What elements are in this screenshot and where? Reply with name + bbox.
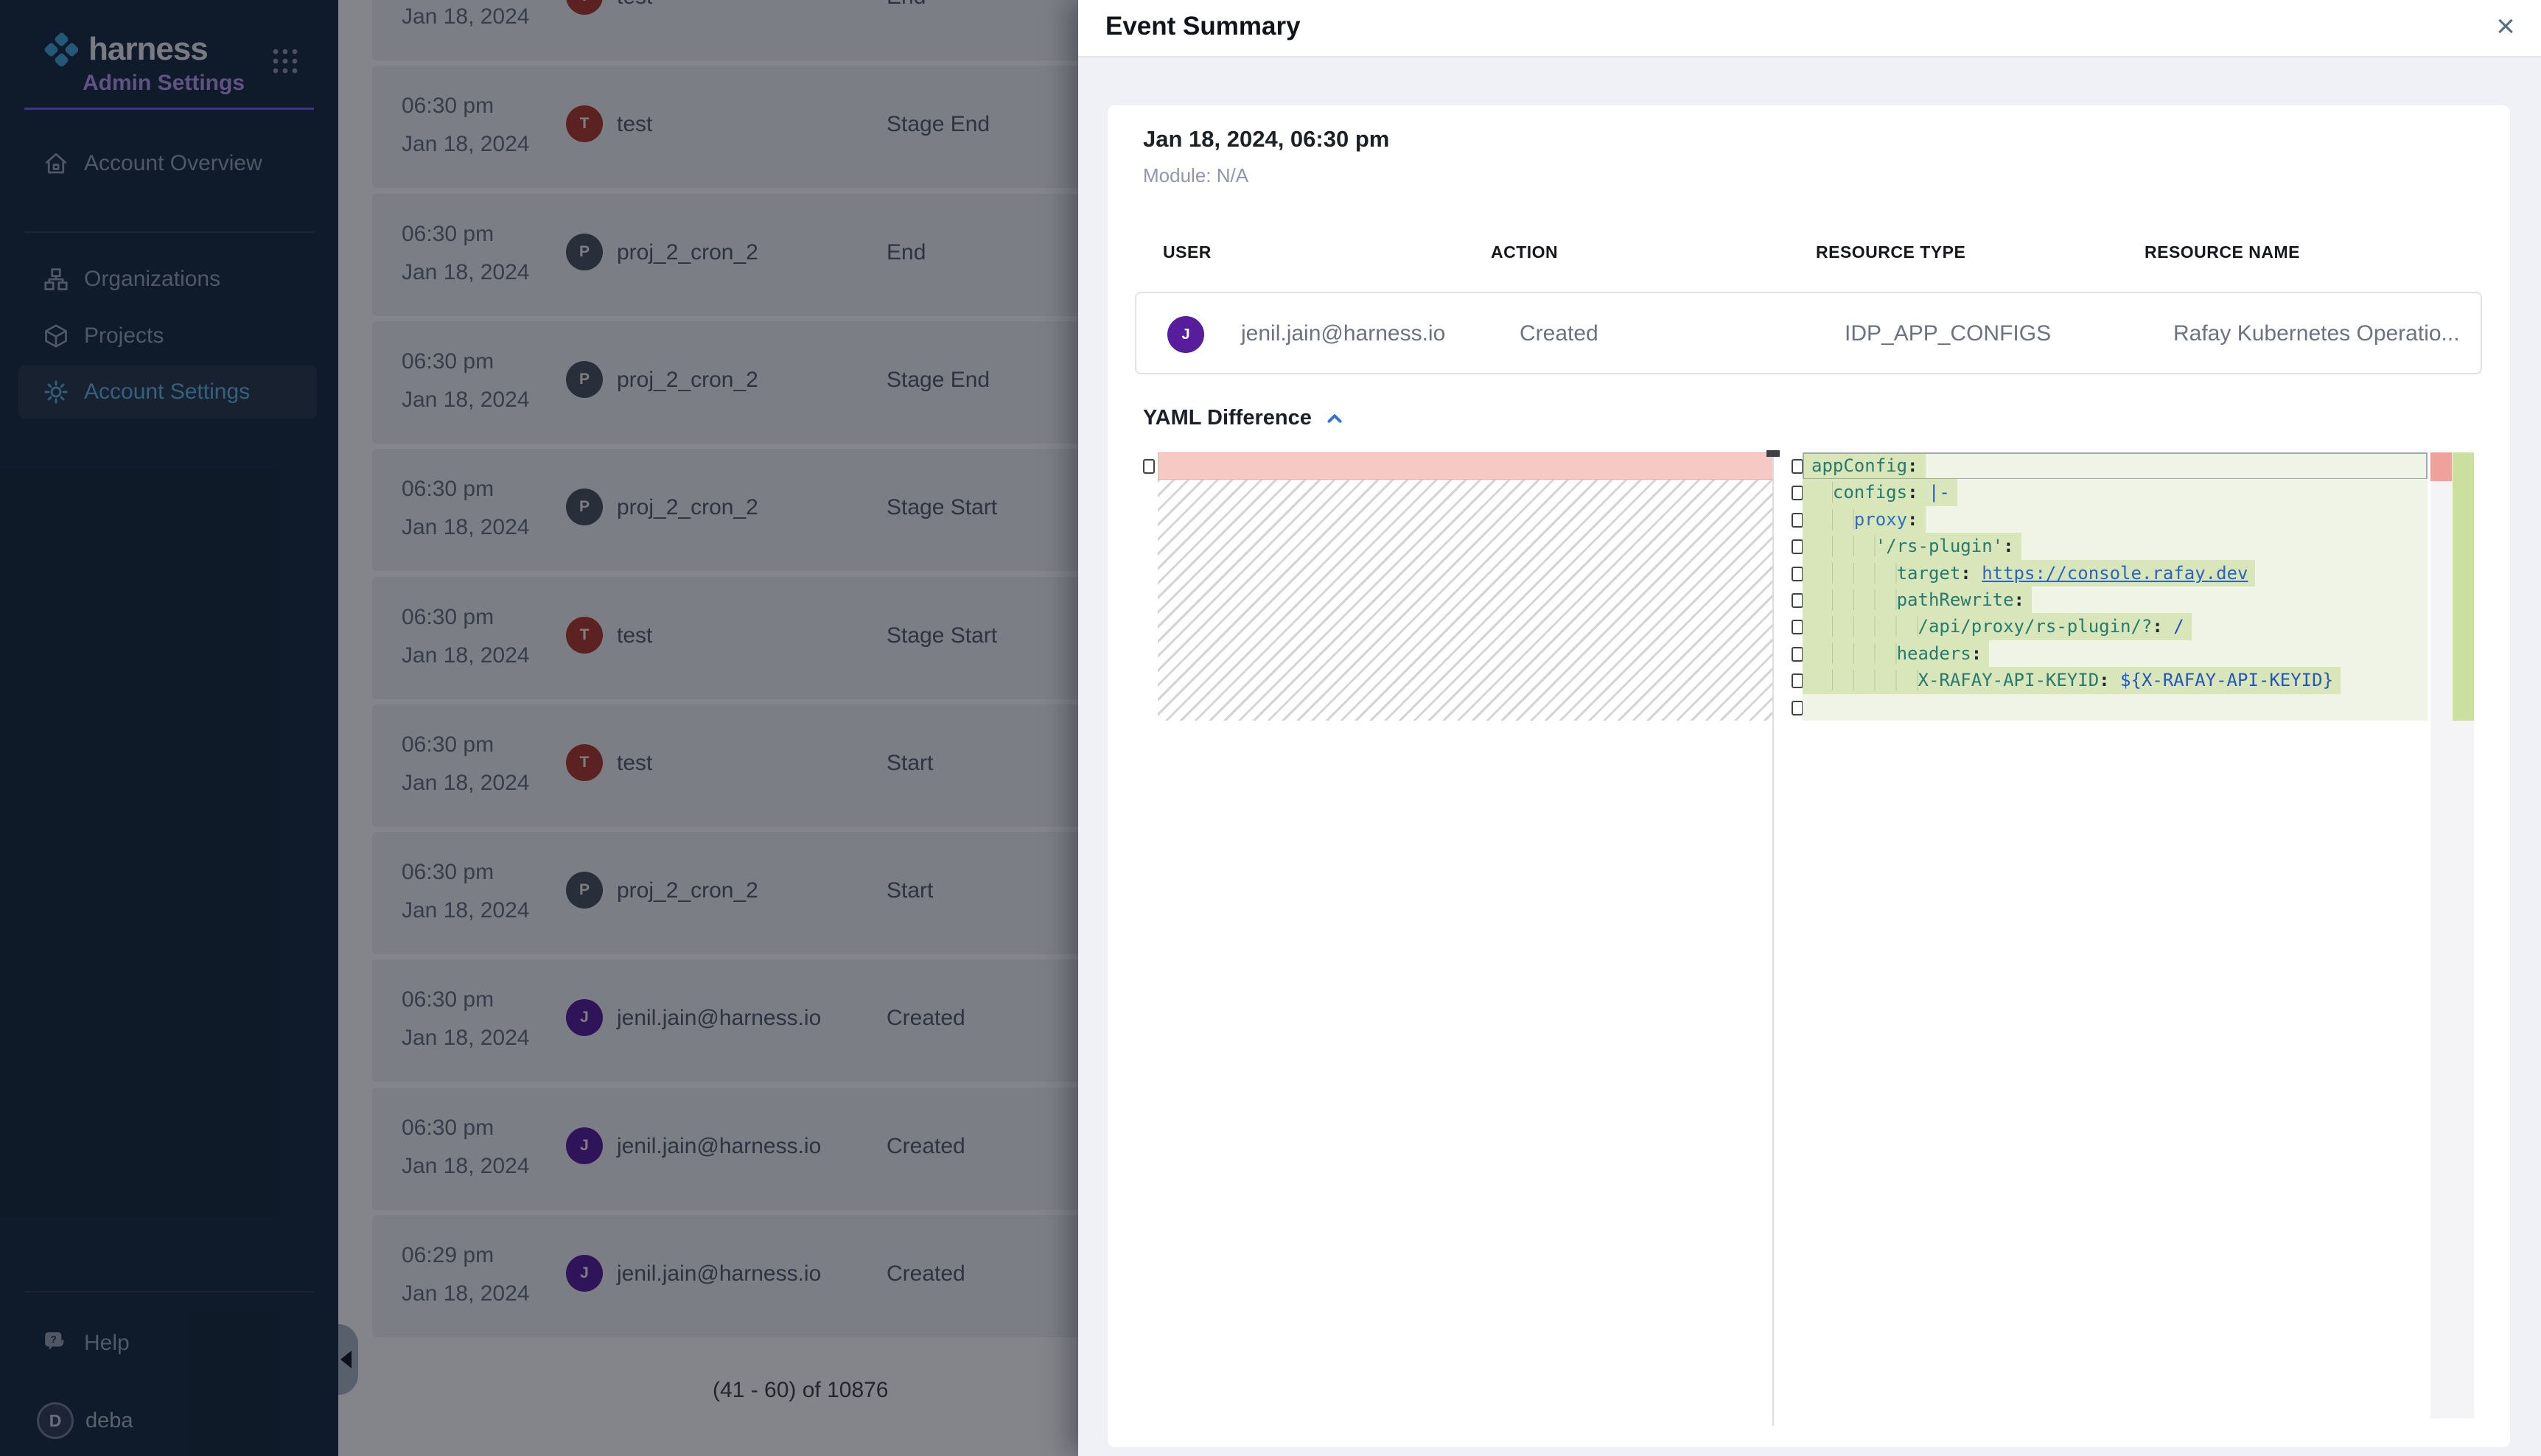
diff-code-line	[1803, 694, 2428, 721]
code-token	[1811, 563, 1897, 584]
diff-code-line: X-RAFAY-API-KEYID: ${X-RAFAY-API-KEYID}	[1803, 667, 2428, 694]
diff-sash-handle[interactable]	[1766, 450, 1780, 457]
code-token	[1811, 643, 1897, 664]
column-header-user: USER	[1163, 242, 1212, 262]
diff-deleted-line	[1158, 452, 1773, 480]
event-summary-drawer: Event Summary × Jan 18, 2024, 06:30 pm M…	[1078, 0, 2541, 1456]
code-token: headers	[1897, 643, 1971, 664]
code-token	[1811, 616, 1918, 637]
column-header-action: ACTION	[1491, 242, 1558, 262]
code-token: ${X-RAFAY-API-KEYID}	[2120, 670, 2333, 690]
code-token: :	[1907, 455, 1918, 476]
diff-code-line: headers:	[1803, 640, 2428, 668]
diff-code-line: '/rs-plugin':	[1803, 533, 2428, 560]
diff-divider	[1772, 452, 1774, 1426]
diff-gutter-marker[interactable]	[1792, 486, 1803, 500]
event-action: Created	[1520, 321, 1598, 346]
drawer-title: Event Summary	[1105, 12, 1301, 41]
event-resource-name: Rafay Kubernetes Operatio...	[2173, 321, 2460, 346]
code-token: |-	[1929, 482, 1950, 503]
code-token: :	[2003, 536, 2013, 556]
diff-gutter-marker[interactable]	[1792, 593, 1803, 608]
diff-code-line: /api/proxy/rs-plugin/?: /	[1803, 613, 2428, 640]
code-token: :	[1907, 509, 1918, 530]
diff-gutter-marker[interactable]	[1792, 567, 1803, 581]
event-table-row: J jenil.jain@harness.io Created IDP_APP_…	[1135, 292, 2482, 374]
diff-empty-hatch	[1158, 480, 1773, 721]
diff-gutter-marker[interactable]	[1792, 673, 1803, 688]
diff-gutter-marker[interactable]	[1792, 459, 1803, 474]
code-token: X-RAFAY-API-KEYID	[1918, 670, 2100, 690]
diff-code-line: appConfig:	[1803, 452, 2428, 480]
ruler-delete-mark	[2430, 452, 2452, 481]
code-token: '/rs-plugin'	[1876, 536, 2003, 556]
diff-gutter-marker[interactable]	[1792, 620, 1803, 634]
diff-gutter-marker[interactable]	[1143, 459, 1155, 474]
code-token: target	[1897, 563, 1961, 584]
code-token	[1811, 536, 1876, 556]
column-header-resource-type: RESOURCE TYPE	[1816, 242, 1965, 262]
close-icon[interactable]: ×	[2484, 4, 2528, 49]
diff-code-line: pathRewrite:	[1803, 587, 2428, 614]
code-token: appConfig	[1811, 455, 1907, 476]
diff-gutter-marker[interactable]	[1792, 647, 1803, 662]
code-token: :	[1971, 643, 1982, 664]
code-token	[1811, 589, 1897, 610]
code-token: :	[2099, 670, 2120, 690]
code-token: pathRewrite	[1897, 589, 2014, 610]
chevron-up-icon	[1324, 407, 1346, 430]
event-user: jenil.jain@harness.io	[1241, 321, 1445, 346]
event-resource-type: IDP_APP_CONFIGS	[1845, 321, 2051, 346]
event-module: Module: N/A	[1143, 164, 1248, 187]
code-token: /api/proxy/rs-plugin/?	[1918, 616, 2153, 637]
diff-code-line: target: https://console.rafay.dev	[1803, 560, 2428, 587]
event-datetime: Jan 18, 2024, 06:30 pm	[1143, 126, 1389, 153]
drawer-header: Event Summary ×	[1078, 0, 2541, 57]
code-token: :	[2014, 589, 2024, 610]
code-link[interactable]: https://console.rafay.dev	[1982, 563, 2248, 584]
code-token: /	[2173, 616, 2184, 637]
ruler-insert-mark	[2453, 452, 2474, 721]
diff-overview-ruler	[2430, 452, 2474, 1418]
event-summary-card: Jan 18, 2024, 06:30 pm Module: N/A USER …	[1108, 105, 2510, 1447]
avatar: J	[1167, 316, 1204, 353]
diff-gutter-marker[interactable]	[1792, 513, 1803, 528]
column-header-resource-name: RESOURCE NAME	[2145, 242, 2300, 262]
yaml-difference-label: YAML Difference	[1143, 406, 1312, 430]
yaml-difference-toggle[interactable]: YAML Difference	[1143, 406, 1346, 430]
code-token	[1811, 509, 1854, 530]
diff-gutter-marker[interactable]	[1792, 701, 1803, 715]
diff-gutter-marker[interactable]	[1792, 539, 1803, 554]
diff-code-line: proxy:	[1803, 506, 2428, 533]
code-token: :	[1960, 563, 1982, 584]
code-token: proxy	[1854, 509, 1907, 530]
code-token	[1811, 670, 1918, 690]
diff-code-line: configs: |-	[1803, 479, 2428, 506]
code-token: :	[1907, 482, 1929, 503]
diff-inserted-pane: appConfig: configs: |- proxy: '/rs-plugi…	[1803, 452, 2428, 721]
code-token	[1811, 482, 1833, 503]
code-token: :	[2152, 616, 2173, 637]
code-token: configs	[1833, 482, 1907, 503]
